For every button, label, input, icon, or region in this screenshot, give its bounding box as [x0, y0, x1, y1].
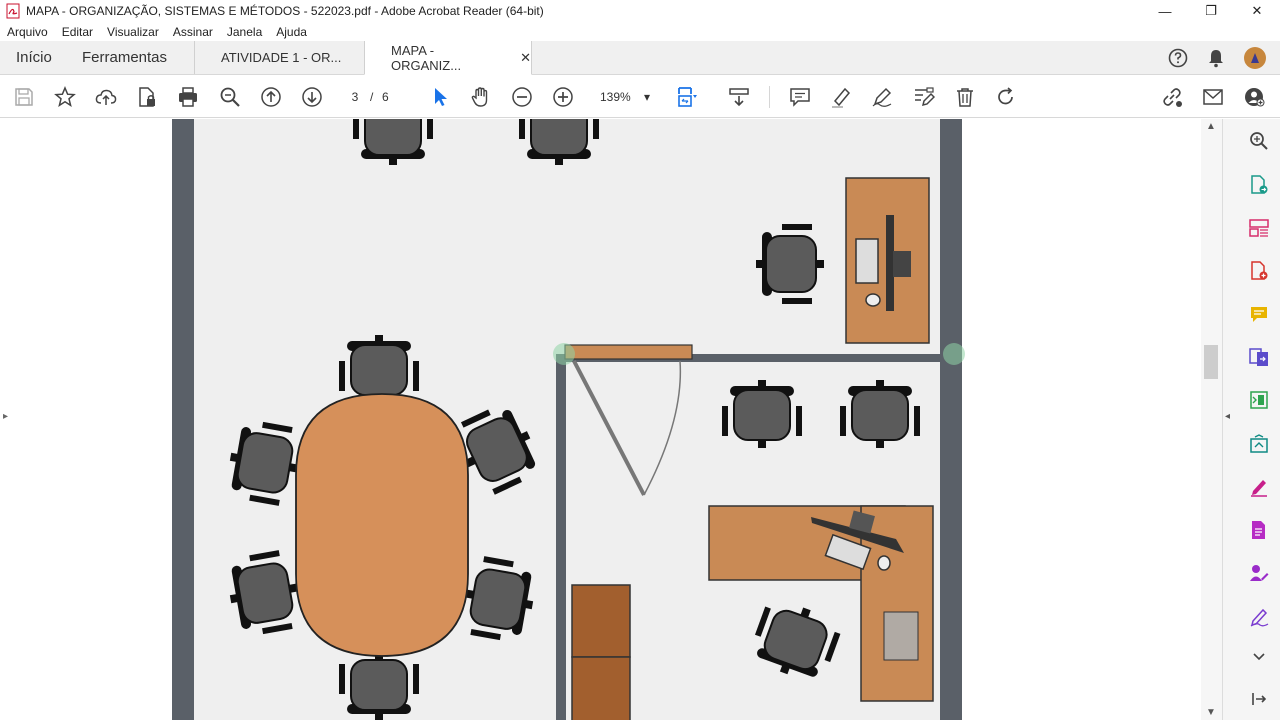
- highlight-pen-icon[interactable]: [829, 85, 853, 109]
- scroll-up-arrow[interactable]: ▲: [1206, 121, 1216, 132]
- zoom-search-icon[interactable]: [218, 85, 242, 109]
- sign-icon[interactable]: [1247, 605, 1271, 629]
- menu-bar: Arquivo Editar Visualizar Assinar Janela…: [0, 22, 1280, 41]
- upload-cloud-icon[interactable]: [94, 85, 118, 109]
- request-signature-icon[interactable]: [1247, 561, 1271, 585]
- zoom-out-icon[interactable]: [510, 85, 534, 109]
- scroll-down-arrow[interactable]: ▼: [1206, 707, 1216, 718]
- page-number-input[interactable]: 3: [340, 87, 370, 107]
- zoom-value: 139%: [600, 90, 631, 104]
- star-icon[interactable]: [53, 85, 77, 109]
- scroll-mode-icon[interactable]: [727, 85, 751, 109]
- zoom-in-icon[interactable]: [551, 85, 575, 109]
- comment-icon[interactable]: [788, 85, 812, 109]
- tab-bar: Início Ferramentas ATIVIDADE 1 - OR... M…: [0, 41, 1280, 75]
- tools-pane-toggle[interactable]: ◂: [1225, 411, 1230, 422]
- collapse-pane-icon[interactable]: [1247, 687, 1271, 711]
- close-window-button[interactable]: ✕: [1234, 0, 1280, 22]
- draw-freehand-icon[interactable]: [870, 85, 894, 109]
- scroll-thumb[interactable]: [1204, 345, 1218, 379]
- fit-page-icon[interactable]: [675, 85, 699, 109]
- menu-editar[interactable]: Editar: [62, 25, 93, 39]
- add-user-icon[interactable]: [1242, 85, 1266, 109]
- left-panel-toggle[interactable]: ▸: [3, 411, 8, 422]
- export-file-icon[interactable]: [1247, 432, 1271, 456]
- chair: [352, 119, 434, 166]
- hand-tool-icon[interactable]: [469, 85, 493, 109]
- acrobat-icon: [6, 3, 20, 19]
- menu-janela[interactable]: Janela: [227, 25, 262, 39]
- tools-pane: ◂: [1222, 119, 1280, 720]
- menu-assinar[interactable]: Assinar: [173, 25, 213, 39]
- compress-icon[interactable]: [1247, 388, 1271, 412]
- zoom-search-icon[interactable]: [1247, 129, 1271, 153]
- cabinet: [571, 656, 631, 720]
- trash-icon[interactable]: [953, 85, 977, 109]
- page-separator: /: [370, 90, 374, 104]
- wall-left: [172, 119, 194, 720]
- menu-visualizar[interactable]: Visualizar: [107, 25, 159, 39]
- window-title: MAPA - ORGANIZAÇÃO, SISTEMAS E MÉTODOS -…: [26, 4, 544, 18]
- chair: [518, 119, 600, 166]
- edit-pdf-icon[interactable]: [912, 85, 936, 109]
- pdf-page: [16, 119, 1201, 720]
- avatar[interactable]: [1244, 46, 1266, 69]
- document-icon[interactable]: [1247, 518, 1271, 542]
- close-tab-button[interactable]: ✕: [520, 50, 531, 66]
- printer-icon: [883, 611, 919, 661]
- wall-interior: [556, 354, 566, 720]
- mouse-icon: [865, 293, 881, 307]
- combine-files-icon[interactable]: [1247, 345, 1271, 369]
- save-icon[interactable]: [12, 85, 36, 109]
- tab-home[interactable]: Início: [0, 41, 66, 74]
- toolbar: 3 / 6 139% ▾: [0, 75, 1280, 118]
- zoom-select[interactable]: 139% ▾: [592, 87, 656, 107]
- floor-plan: [172, 119, 965, 720]
- rotate-icon[interactable]: [994, 85, 1018, 109]
- maximize-button[interactable]: ❐: [1188, 0, 1234, 22]
- print-icon[interactable]: [176, 85, 200, 109]
- tab-document-atividade[interactable]: ATIVIDADE 1 - OR...: [194, 41, 364, 74]
- cabinet: [571, 584, 631, 658]
- select-cursor-icon[interactable]: [428, 85, 452, 109]
- menu-ajuda[interactable]: Ajuda: [276, 25, 307, 39]
- organize-pages-icon[interactable]: [1247, 216, 1271, 240]
- chevron-down-icon[interactable]: [1247, 645, 1271, 669]
- cpu-icon: [893, 251, 911, 277]
- menu-arquivo[interactable]: Arquivo: [7, 25, 48, 39]
- fill-sign-icon[interactable]: [1247, 475, 1271, 499]
- toolbar-divider: [769, 86, 770, 108]
- mouse-icon: [877, 555, 891, 571]
- create-pdf-icon[interactable]: [1247, 259, 1271, 283]
- tab-label: MAPA - ORGANIZ...: [391, 42, 462, 73]
- export-pdf-icon[interactable]: [1247, 173, 1271, 197]
- minimize-button[interactable]: —: [1142, 0, 1188, 22]
- monitor-icon: [855, 238, 879, 284]
- title-bar: MAPA - ORGANIZAÇÃO, SISTEMAS E MÉTODOS -…: [0, 0, 1280, 22]
- meeting-table: [295, 393, 469, 657]
- wall-endpoint: [943, 343, 965, 365]
- monitor-stand: [886, 215, 894, 311]
- next-page-icon[interactable]: [300, 85, 324, 109]
- share-link-icon[interactable]: [1160, 85, 1184, 109]
- tab-tools[interactable]: Ferramentas: [66, 41, 194, 74]
- tab-label: ATIVIDADE 1 - OR...: [221, 50, 342, 65]
- document-view[interactable]: ▸ ▲ ▼: [0, 119, 1222, 720]
- vertical-scrollbar[interactable]: ▲ ▼: [1201, 119, 1222, 720]
- comment-icon[interactable]: [1247, 303, 1271, 327]
- door: [564, 344, 693, 360]
- previous-page-icon[interactable]: [259, 85, 283, 109]
- bell-icon[interactable]: [1206, 48, 1226, 68]
- help-icon[interactable]: [1168, 48, 1188, 68]
- page-total: 6: [382, 90, 389, 104]
- wall-right: [940, 119, 962, 720]
- email-icon[interactable]: [1201, 85, 1225, 109]
- tab-document-mapa[interactable]: MAPA - ORGANIZ... ✕: [364, 41, 532, 75]
- wall-endpoint: [553, 343, 575, 365]
- protect-file-icon[interactable]: [135, 85, 159, 109]
- chevron-down-icon: ▾: [643, 90, 650, 104]
